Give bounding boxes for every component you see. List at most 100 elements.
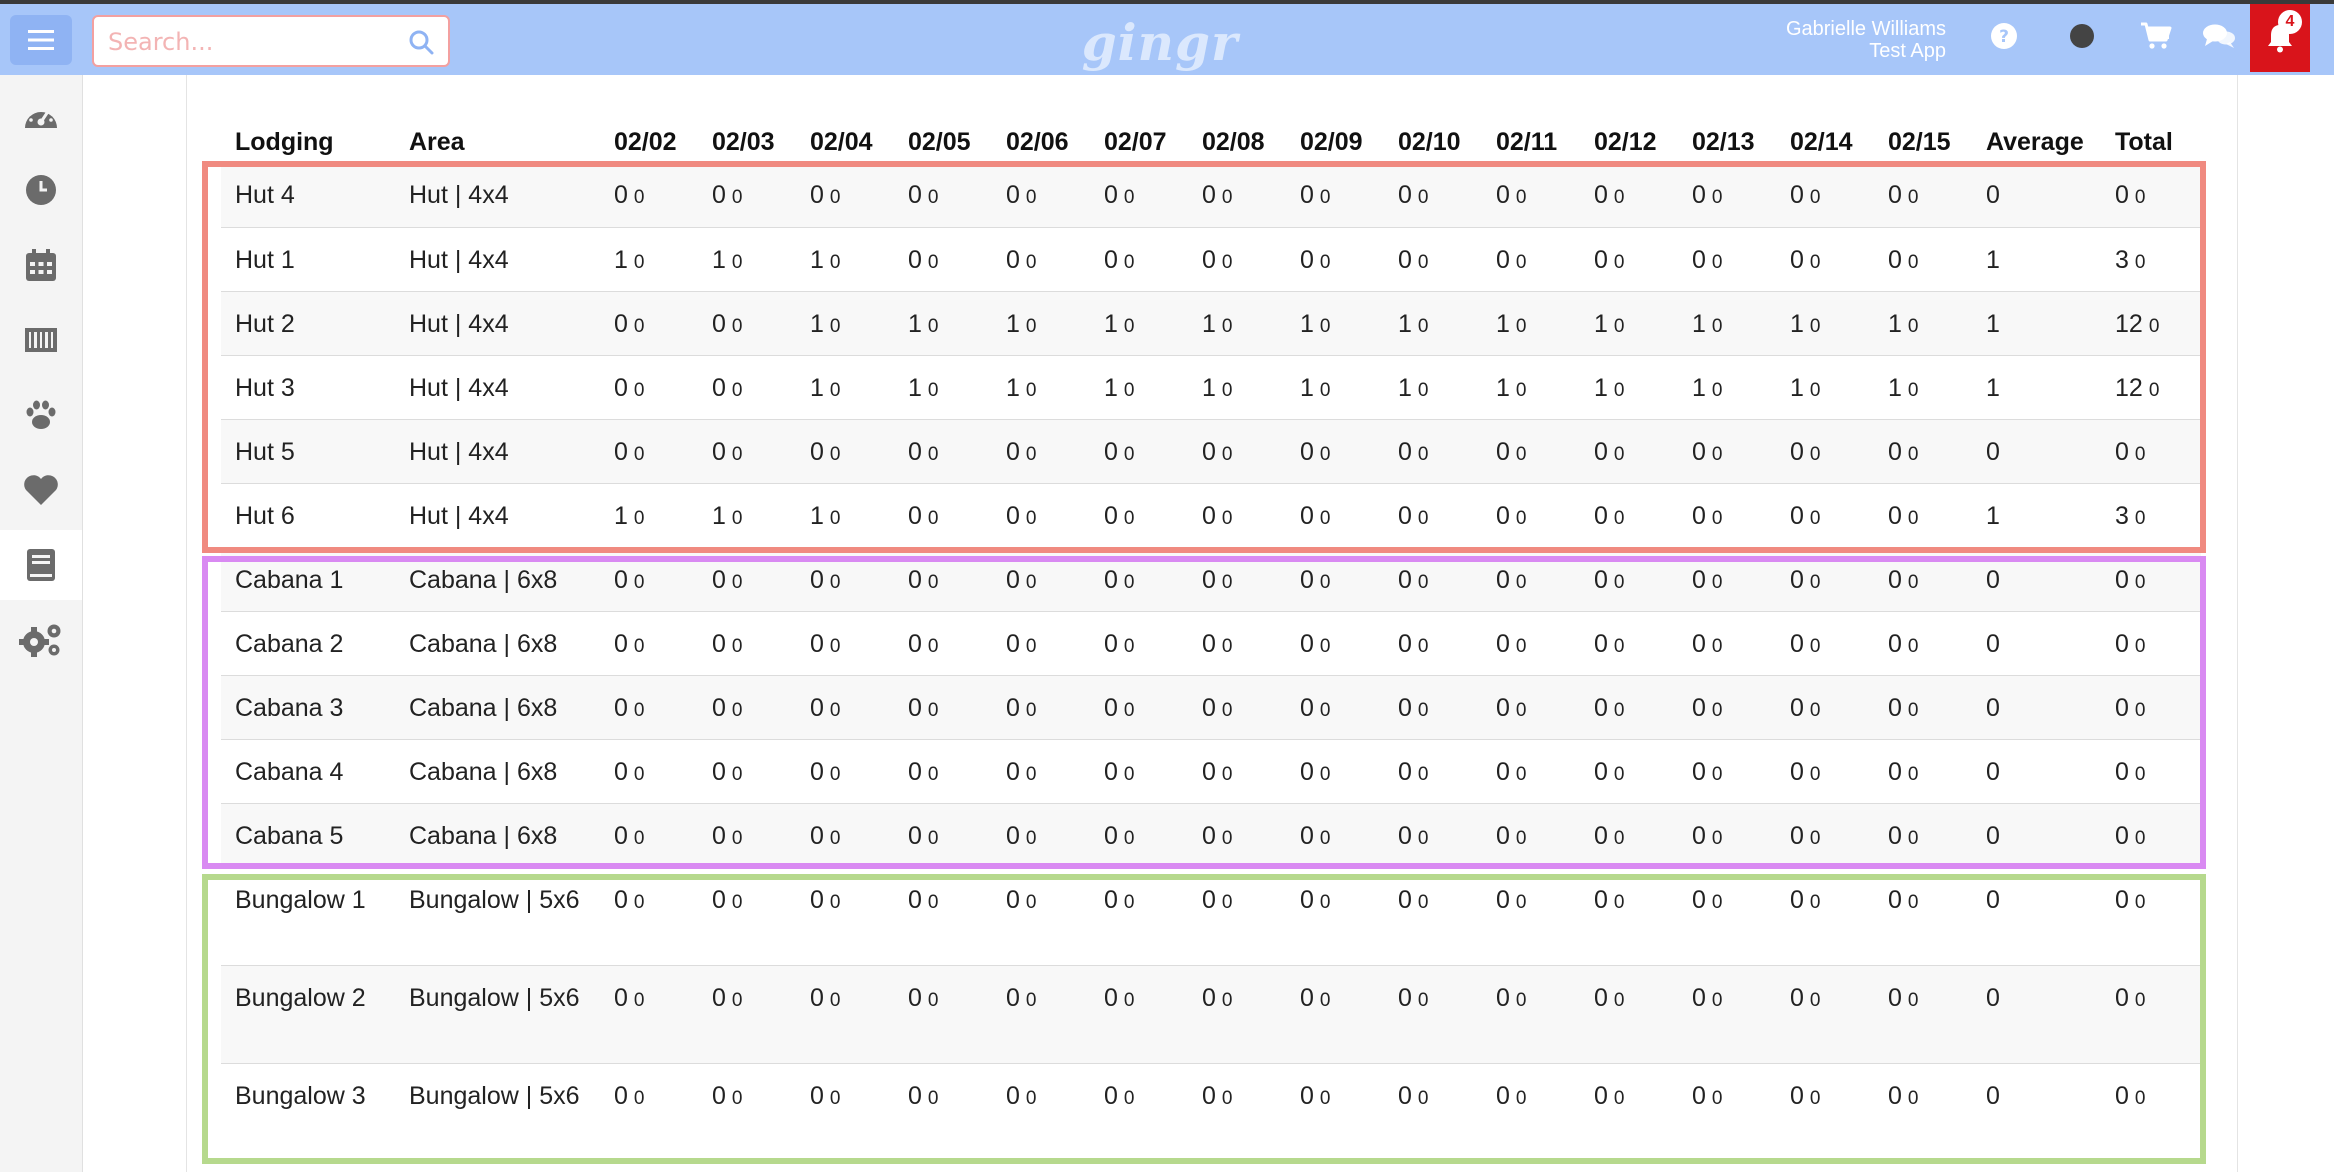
count-value: 0 (1398, 565, 1412, 594)
column-header[interactable]: 02/08 (1188, 119, 1286, 163)
secondary-count-value: 0 (1907, 379, 1919, 401)
sidebar-item-pets[interactable] (0, 380, 82, 450)
column-header[interactable]: 02/10 (1384, 119, 1482, 163)
chat-button[interactable] (2202, 22, 2236, 50)
day-count-cell: 10 (1482, 291, 1580, 356)
count-value: 1 (1202, 309, 1216, 338)
secondary-count-value: 0 (927, 379, 939, 401)
table-row: Cabana 2 Cabana | 6x8 0 0 0 0 0 0 0 0 0 0 0 0 0 0 0 0 0 0 0 0… (221, 611, 2201, 676)
column-header[interactable]: Area (395, 119, 600, 163)
search-icon[interactable] (408, 29, 434, 55)
count-value: 0 (1104, 437, 1118, 466)
count-value: 0 (614, 757, 628, 786)
secondary-count-value: 0 (829, 443, 841, 465)
count-value: 1 (1006, 309, 1020, 338)
secondary-count-value: 0 (2134, 187, 2146, 208)
sidebar-item-settings[interactable] (0, 605, 82, 675)
secondary-count-value: 0 (1221, 443, 1233, 465)
day-count-cell: 10 (698, 483, 796, 548)
secondary-count-value: 0 (927, 315, 939, 337)
day-count-cell: 00 (1286, 227, 1384, 292)
day-count-cell: 00 (796, 611, 894, 676)
area-cell: Cabana | 6x8 (395, 803, 600, 868)
secondary-count-value: 0 (1319, 571, 1331, 593)
count-value: 0 (1692, 983, 1706, 1012)
day-count-cell: 00 (698, 739, 796, 804)
hamburger-menu-button[interactable] (10, 15, 72, 65)
area-cell: Hut | 4x4 (395, 163, 600, 228)
column-header[interactable]: 02/14 (1776, 119, 1874, 163)
count-value: 0 (614, 309, 628, 338)
secondary-count-value: 0 (829, 507, 841, 529)
count-value: 1 (1300, 309, 1314, 338)
column-header[interactable]: 02/06 (992, 119, 1090, 163)
count-value: 0 (1202, 885, 1216, 914)
column-header[interactable]: 02/07 (1090, 119, 1188, 163)
day-count-cell: 00 (894, 611, 992, 676)
secondary-count-value: 0 (1809, 315, 1821, 337)
gingr-logo[interactable]: gingr (1082, 12, 1238, 72)
left-sidebar (0, 75, 83, 1172)
column-header[interactable]: Lodging (221, 119, 395, 163)
secondary-count-value: 0 (1123, 989, 1135, 1011)
column-header[interactable]: 02/05 (894, 119, 992, 163)
count-value: 0 (2115, 629, 2129, 658)
column-header[interactable]: 02/09 (1286, 119, 1384, 163)
day-count-cell: 00 (1580, 1063, 1678, 1162)
count-value: 0 (1888, 983, 1902, 1012)
count-value: 0 (1496, 245, 1510, 274)
count-value: 1 (1300, 373, 1314, 402)
column-header[interactable]: 02/12 (1580, 119, 1678, 163)
day-count-cell: 00 (698, 675, 796, 740)
day-count-cell: 00 (600, 675, 698, 740)
secondary-count-value: 0 (633, 699, 645, 721)
day-count-cell: 10 (698, 227, 796, 292)
notifications-button[interactable]: 4 (2250, 4, 2310, 72)
svg-text:?: ? (1999, 27, 2009, 47)
count-value: 0 (908, 1081, 922, 1110)
search-input[interactable] (106, 23, 390, 61)
column-header[interactable]: Average (1972, 119, 2101, 163)
day-count-cell: 00 (1776, 867, 1874, 966)
user-info[interactable]: Gabrielle Williams Test App (1786, 18, 1946, 62)
sidebar-item-reports[interactable] (0, 530, 82, 600)
day-count-cell: 00 (1384, 739, 1482, 804)
column-header[interactable]: 02/13 (1678, 119, 1776, 163)
secondary-count-value: 0 (1417, 251, 1429, 273)
count-value: 0 (1300, 693, 1314, 722)
column-header[interactable]: 02/15 (1874, 119, 1972, 163)
secondary-count-value: 0 (1711, 443, 1723, 465)
secondary-count-value: 0 (1907, 251, 1919, 273)
day-count-cell: 00 (1286, 867, 1384, 966)
top-navigation-bar: gingr Gabrielle Williams Test App ? (0, 4, 2334, 75)
day-count-cell: 00 (1384, 227, 1482, 292)
secondary-count-value: 0 (633, 827, 645, 849)
count-value: 0 (1006, 693, 1020, 722)
secondary-count-value: 0 (1711, 763, 1723, 785)
secondary-count-value: 0 (1025, 187, 1037, 208)
day-count-cell: 00 (698, 611, 796, 676)
sidebar-item-clock[interactable] (0, 155, 82, 225)
sidebar-item-barcode[interactable] (0, 305, 82, 375)
column-header[interactable]: Total (2101, 119, 2201, 163)
count-value: 0 (1496, 181, 1510, 209)
sidebar-item-calendar[interactable] (0, 230, 82, 300)
secondary-count-value: 0 (2134, 827, 2146, 849)
column-header[interactable]: 02/11 (1482, 119, 1580, 163)
sidebar-item-dashboard[interactable] (0, 80, 82, 150)
cart-button[interactable] (2140, 22, 2172, 50)
day-count-cell: 00 (992, 611, 1090, 676)
column-header[interactable]: 02/02 (600, 119, 698, 163)
status-indicator[interactable] (2068, 22, 2096, 50)
secondary-count-value: 0 (1613, 1087, 1625, 1109)
day-count-cell: 00 (1384, 483, 1482, 548)
count-value: 1 (908, 373, 922, 402)
column-header[interactable]: 02/04 (796, 119, 894, 163)
help-button[interactable]: ? (1990, 22, 2018, 50)
count-value: 0 (1202, 181, 1216, 209)
question-circle-icon: ? (1991, 23, 2017, 49)
day-count-cell: 00 (1482, 739, 1580, 804)
day-count-cell: 00 (1384, 163, 1482, 228)
column-header[interactable]: 02/03 (698, 119, 796, 163)
sidebar-item-favorites[interactable] (0, 455, 82, 525)
